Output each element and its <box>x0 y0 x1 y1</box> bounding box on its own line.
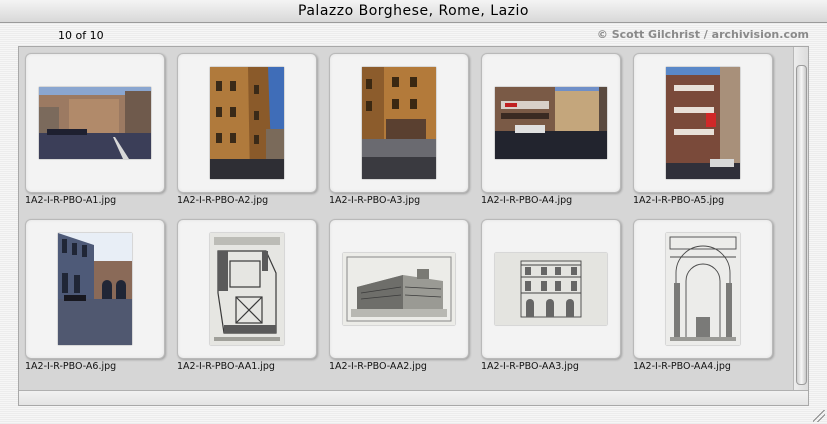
vertical-scrollbar[interactable] <box>793 47 808 391</box>
thumbnail-filename: 1A2-I-R-PBO-A2.jpg <box>177 195 269 206</box>
thumbnail-filename: 1A2-I-R-PBO-AA4.jpg <box>633 361 731 372</box>
engraving-icon <box>343 253 455 325</box>
thumbnail-filename: 1A2-I-R-PBO-A1.jpg <box>25 195 117 206</box>
window-title: Palazzo Borghese, Rome, Lazio <box>298 3 529 19</box>
thumbnail-filename: 1A2-I-R-PBO-A3.jpg <box>329 195 421 206</box>
copyright-notice: © Scott Gilchrist / archivision.com <box>596 28 809 41</box>
thumbnail-item[interactable]: 1A2-I-R-PBO-A5.jpg <box>633 53 773 215</box>
thumbnail-frame[interactable] <box>481 53 621 193</box>
elevation-drawing-icon <box>495 253 607 325</box>
thumbnail-filename: 1A2-I-R-PBO-AA2.jpg <box>329 361 427 372</box>
thumbnail-filename: 1A2-I-R-PBO-A4.jpg <box>481 195 573 206</box>
corner-photo-icon <box>362 67 436 179</box>
street-photo-icon <box>495 87 607 159</box>
thumbnail-item[interactable]: 1A2-I-R-PBO-A6.jpg <box>25 219 165 381</box>
vertical-scroll-thumb[interactable] <box>796 65 807 385</box>
window-title-bar[interactable]: Palazzo Borghese, Rome, Lazio <box>0 0 827 23</box>
thumbnail-browser: 1A2-I-R-PBO-A1.jpg 1A2-I-R-PBO-A2.jpg 1A… <box>18 46 809 406</box>
thumbnail-item[interactable]: 1A2-I-R-PBO-A3.jpg <box>329 53 469 215</box>
facade-photo-icon <box>210 67 284 179</box>
thumbnail-frame[interactable] <box>25 219 165 359</box>
resize-grip-icon[interactable] <box>813 410 825 422</box>
balcony-photo-icon <box>666 67 740 179</box>
thumbnail-filename: 1A2-I-R-PBO-A5.jpg <box>633 195 725 206</box>
thumbnail-item[interactable]: 1A2-I-R-PBO-A2.jpg <box>177 53 317 215</box>
thumbnail-filename: 1A2-I-R-PBO-A6.jpg <box>25 361 117 372</box>
thumbnail-item[interactable]: 1A2-I-R-PBO-AA1.jpg <box>177 219 317 381</box>
image-count: 10 of 10 <box>58 29 104 42</box>
thumbnail-frame[interactable] <box>633 219 773 359</box>
thumbnail-frame[interactable] <box>633 53 773 193</box>
thumbnail-frame[interactable] <box>177 219 317 359</box>
thumbnail-filename: 1A2-I-R-PBO-AA3.jpg <box>481 361 579 372</box>
thumbnail-item[interactable]: 1A2-I-R-PBO-A1.jpg <box>25 53 165 215</box>
horizontal-scrollbar[interactable] <box>19 390 808 405</box>
thumbnail-item[interactable]: 1A2-I-R-PBO-A4.jpg <box>481 53 621 215</box>
thumbnail-item[interactable]: 1A2-I-R-PBO-AA3.jpg <box>481 219 621 381</box>
thumbnail-frame[interactable] <box>177 53 317 193</box>
street-photo-icon <box>39 87 151 159</box>
courtyard-photo-icon <box>58 233 132 345</box>
thumbnail-item[interactable]: 1A2-I-R-PBO-AA4.jpg <box>633 219 773 381</box>
thumbnail-frame[interactable] <box>329 219 469 359</box>
thumbnail-frame[interactable] <box>25 53 165 193</box>
section-drawing-icon <box>666 233 740 345</box>
floor-plan-icon <box>210 233 284 345</box>
thumbnail-filename: 1A2-I-R-PBO-AA1.jpg <box>177 361 275 372</box>
thumbnail-frame[interactable] <box>329 53 469 193</box>
thumbnail-frame[interactable] <box>481 219 621 359</box>
thumbnail-item[interactable]: 1A2-I-R-PBO-AA2.jpg <box>329 219 469 381</box>
